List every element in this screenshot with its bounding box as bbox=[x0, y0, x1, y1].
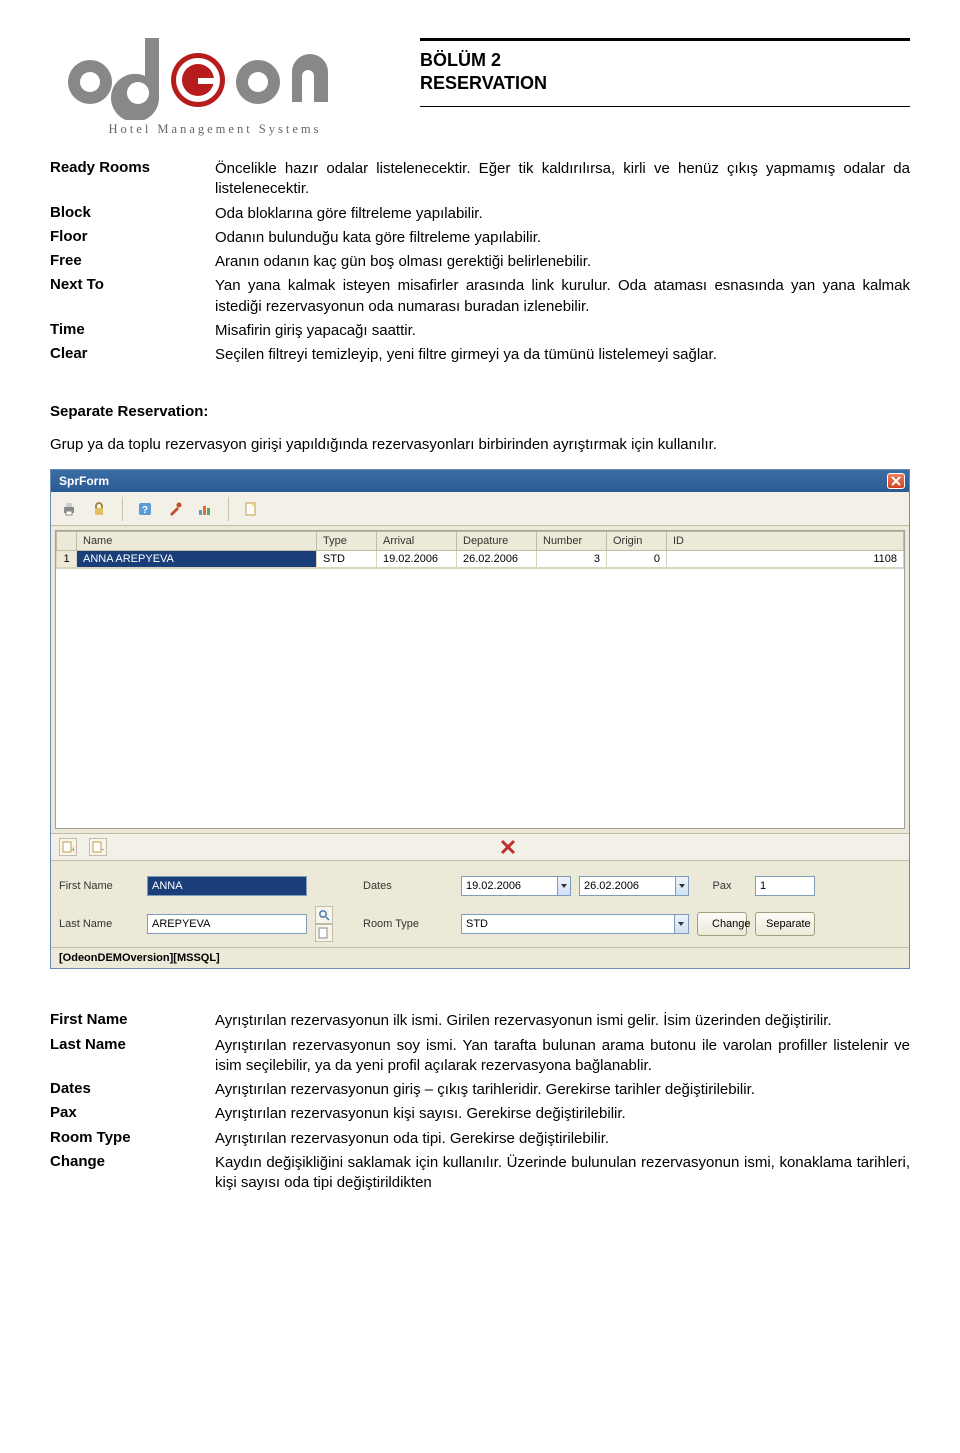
def-desc: Ayrıştırılan rezervasyonun ilk ismi. Gir… bbox=[215, 1009, 910, 1033]
def-term: Block bbox=[50, 202, 215, 226]
titlebar: SprForm bbox=[51, 470, 909, 492]
def-desc: Ayrıştırılan rezervasyonun soy ismi. Yan… bbox=[215, 1034, 910, 1079]
cell-departure[interactable]: 26.02.2006 bbox=[457, 551, 537, 568]
close-button[interactable] bbox=[887, 473, 905, 489]
help-icon[interactable]: ? bbox=[133, 497, 157, 521]
grid-col-arrival[interactable]: Arrival bbox=[377, 532, 457, 551]
date-to-input[interactable] bbox=[579, 876, 689, 896]
def-term: Room Type bbox=[50, 1127, 215, 1151]
logo-tagline: Hotel Management Systems bbox=[50, 122, 380, 137]
def-term: Free bbox=[50, 250, 215, 274]
cell-name[interactable]: ANNA AREPYEVA bbox=[77, 551, 317, 568]
cell-number[interactable]: 3 bbox=[537, 551, 607, 568]
room-type-label: Room Type bbox=[363, 918, 453, 930]
def-desc: Oda bloklarına göre filtreleme yapılabil… bbox=[215, 202, 910, 226]
cell-id[interactable]: 1108 bbox=[667, 551, 904, 568]
chart-icon[interactable] bbox=[193, 497, 217, 521]
header-rule-bottom bbox=[420, 106, 910, 107]
cell-type[interactable]: STD bbox=[317, 551, 377, 568]
logo: Hotel Management Systems bbox=[50, 30, 380, 137]
chevron-down-icon[interactable] bbox=[674, 914, 689, 934]
tool-icon[interactable] bbox=[163, 497, 187, 521]
def-desc: Ayrıştırılan rezervasyonun oda tipi. Ger… bbox=[215, 1127, 910, 1151]
print-icon[interactable] bbox=[57, 497, 81, 521]
def-desc: Yan yana kalmak isteyen misafirler arası… bbox=[215, 274, 910, 319]
midbar: + − bbox=[51, 833, 909, 861]
def-term: Clear bbox=[50, 343, 215, 367]
sprform-window: SprForm ? Name Type Arrival Depatu bbox=[50, 469, 910, 969]
header-rule-top bbox=[420, 38, 910, 41]
data-grid[interactable]: Name Type Arrival Depature Number Origin… bbox=[55, 530, 905, 829]
grid-empty-area bbox=[56, 568, 904, 828]
window-title: SprForm bbox=[55, 474, 887, 488]
separate-button-label: Separate bbox=[766, 918, 811, 930]
toolbar: ? bbox=[51, 492, 909, 526]
change-button-label: Change bbox=[712, 918, 751, 930]
svg-text:+: + bbox=[71, 845, 74, 853]
grid-header-row: Name Type Arrival Depature Number Origin… bbox=[57, 532, 904, 551]
add-icon[interactable]: + bbox=[59, 838, 77, 856]
cell-origin[interactable]: 0 bbox=[607, 551, 667, 568]
status-bar: [OdeonDEMOversion][MSSQL] bbox=[51, 947, 909, 968]
grid-col-rownum bbox=[57, 532, 77, 551]
def-term: Time bbox=[50, 319, 215, 343]
def-term: Dates bbox=[50, 1078, 215, 1102]
grid-col-number[interactable]: Number bbox=[537, 532, 607, 551]
def-desc: Seçilen filtreyi temizleyip, yeni filtre… bbox=[215, 343, 910, 367]
def-desc: Odanın bulunduğu kata göre filtreleme ya… bbox=[215, 226, 910, 250]
section-line-2: RESERVATION bbox=[420, 72, 910, 95]
svg-text:−: − bbox=[101, 845, 104, 853]
lock-icon[interactable] bbox=[87, 497, 111, 521]
def-term: First Name bbox=[50, 1009, 215, 1033]
chevron-down-icon[interactable] bbox=[557, 876, 571, 896]
room-type-select[interactable] bbox=[461, 914, 689, 934]
dates-label: Dates bbox=[363, 880, 453, 892]
pax-input[interactable] bbox=[755, 876, 815, 896]
row-number: 1 bbox=[57, 551, 77, 568]
definitions-table-1: Ready RoomsÖncelikle hazır odalar listel… bbox=[50, 157, 910, 367]
def-term: Change bbox=[50, 1151, 215, 1196]
table-row[interactable]: 1 ANNA AREPYEVA STD 19.02.2006 26.02.200… bbox=[57, 551, 904, 568]
new-profile-icon[interactable] bbox=[315, 924, 333, 942]
def-term: Floor bbox=[50, 226, 215, 250]
first-name-label: First Name bbox=[59, 880, 139, 892]
note-icon[interactable] bbox=[239, 497, 263, 521]
remove-icon[interactable]: − bbox=[89, 838, 107, 856]
grid-col-name[interactable]: Name bbox=[77, 532, 317, 551]
last-name-label: Last Name bbox=[59, 918, 139, 930]
date-from-input[interactable] bbox=[461, 876, 571, 896]
grid-col-departure[interactable]: Depature bbox=[457, 532, 537, 551]
section-line-1: BÖLÜM 2 bbox=[420, 49, 910, 72]
delete-icon[interactable] bbox=[500, 838, 516, 856]
cell-arrival[interactable]: 19.02.2006 bbox=[377, 551, 457, 568]
separate-button[interactable]: Separate bbox=[755, 912, 815, 936]
def-desc: Ayrıştırılan rezervasyonun kişi sayısı. … bbox=[215, 1102, 910, 1126]
def-term: Last Name bbox=[50, 1034, 215, 1079]
last-name-input[interactable] bbox=[147, 914, 307, 934]
def-desc: Ayrıştırılan rezervasyonun giriş – çıkış… bbox=[215, 1078, 910, 1102]
def-desc: Kaydın değişikliğini saklamak için kulla… bbox=[215, 1151, 910, 1196]
definitions-table-2: First NameAyrıştırılan rezervasyonun ilk… bbox=[50, 1009, 910, 1195]
def-desc: Misafirin giriş yapacağı saattir. bbox=[215, 319, 910, 343]
chevron-down-icon[interactable] bbox=[675, 876, 689, 896]
def-desc: Aranın odanın kaç gün boş olması gerekti… bbox=[215, 250, 910, 274]
def-desc: Öncelikle hazır odalar listelenecektir. … bbox=[215, 157, 910, 202]
def-term: Ready Rooms bbox=[50, 157, 215, 202]
grid-col-origin[interactable]: Origin bbox=[607, 532, 667, 551]
grid-col-type[interactable]: Type bbox=[317, 532, 377, 551]
pax-label: Pax bbox=[697, 880, 747, 892]
change-button[interactable]: Change bbox=[697, 912, 747, 936]
svg-text:?: ? bbox=[142, 505, 148, 516]
first-name-input[interactable] bbox=[147, 876, 307, 896]
separate-reservation-heading: Separate Reservation: bbox=[50, 403, 910, 420]
form-area: First Name Dates Pax Last Name Room Type… bbox=[51, 861, 909, 947]
def-term: Pax bbox=[50, 1102, 215, 1126]
grid-col-id[interactable]: ID bbox=[667, 532, 904, 551]
separate-reservation-para: Grup ya da toplu rezervasyon girişi yapı… bbox=[50, 434, 910, 455]
search-icon[interactable] bbox=[315, 906, 333, 924]
def-term: Next To bbox=[50, 274, 215, 319]
